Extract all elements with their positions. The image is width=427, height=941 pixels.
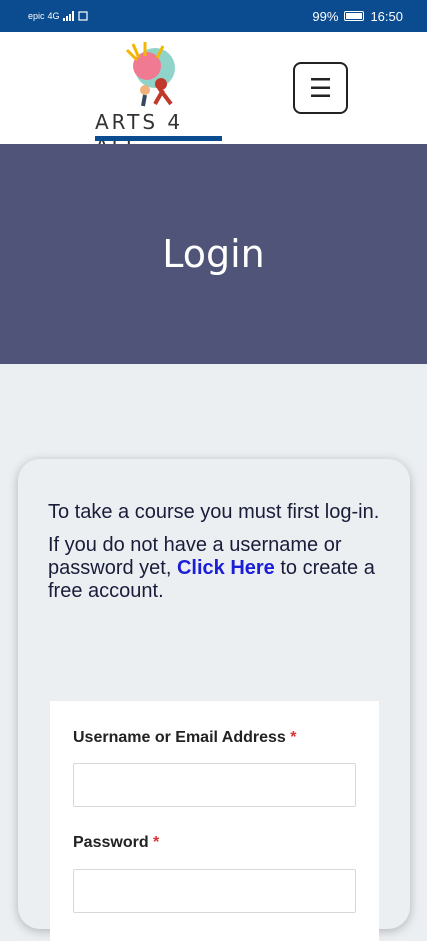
password-label-text: Password bbox=[73, 834, 149, 851]
battery-icon bbox=[344, 11, 365, 21]
site-header: ARTS 4 ALL ☰ bbox=[0, 32, 427, 158]
signal-icon bbox=[62, 11, 74, 21]
carrier-name: epic bbox=[28, 11, 45, 21]
page-hero: Login bbox=[0, 144, 427, 364]
page-title: Login bbox=[162, 232, 265, 276]
menu-button[interactable]: ☰ bbox=[293, 62, 348, 114]
clock: 16:50 bbox=[370, 8, 403, 24]
required-mark: * bbox=[290, 729, 297, 746]
required-mark: * bbox=[153, 834, 160, 851]
status-bar: epic 4G 99% 16:50 bbox=[0, 0, 427, 32]
password-label: Password * bbox=[73, 834, 159, 852]
network-type: 4G bbox=[47, 11, 60, 21]
password-input[interactable] bbox=[73, 869, 356, 913]
battery-percent: 99% bbox=[312, 8, 339, 24]
intro-line-1: To take a course you must first log-in. bbox=[48, 501, 380, 523]
logo-illustration bbox=[125, 42, 175, 107]
create-account-link[interactable]: Click Here bbox=[177, 557, 275, 579]
login-form: Username or Email Address * Password * bbox=[50, 701, 379, 941]
login-card: To take a course you must first log-in. … bbox=[18, 459, 410, 941]
hamburger-icon: ☰ bbox=[308, 72, 333, 103]
username-label: Username or Email Address * bbox=[73, 729, 297, 747]
site-logo[interactable]: ARTS 4 ALL bbox=[95, 40, 225, 158]
intro-line-2: If you do not have a username or passwor… bbox=[48, 534, 388, 603]
username-label-text: Username or Email Address bbox=[73, 729, 286, 746]
logo-underline bbox=[95, 136, 222, 141]
status-right: 99% 16:50 bbox=[312, 9, 403, 24]
username-input[interactable] bbox=[73, 763, 356, 807]
sim-icon bbox=[77, 11, 88, 21]
status-left: epic 4G bbox=[28, 11, 88, 21]
intro-text: To take a course you must first log-in. … bbox=[48, 501, 388, 603]
